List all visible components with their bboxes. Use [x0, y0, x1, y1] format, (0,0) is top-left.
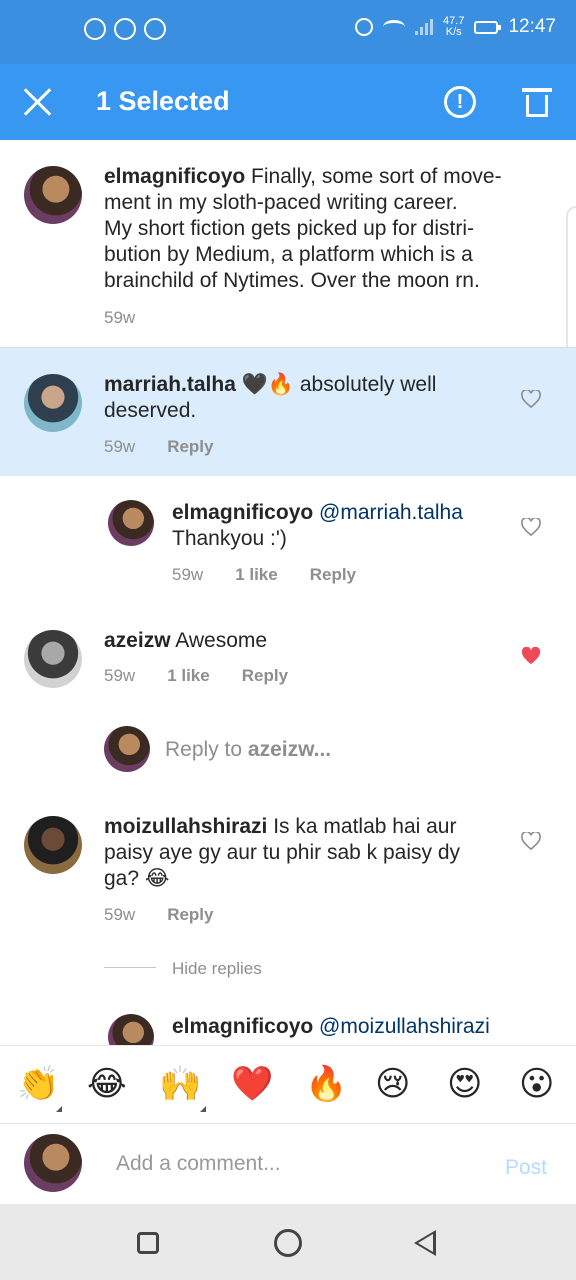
- mention-link[interactable]: @moizullahshirazi: [319, 1015, 490, 1038]
- alarm-icon: [355, 18, 374, 36]
- likes-count[interactable]: 1 like: [167, 666, 210, 686]
- fire-emoji-button[interactable]: 🔥: [305, 1064, 347, 1104]
- heart-icon[interactable]: [521, 518, 541, 536]
- avatar: [24, 1134, 82, 1192]
- caption-text: elmagnificoyo Finally, some sort of move…: [104, 165, 502, 292]
- shirt-icon: [114, 18, 136, 40]
- laughing-emoji-button[interactable]: 😂: [87, 1064, 127, 1104]
- comment-username[interactable]: elmagnificoyo: [172, 1015, 313, 1038]
- comment-text: moizullahshirazi Is ka matlab hai aur pa…: [104, 815, 461, 890]
- clock: 12:47: [508, 16, 556, 37]
- comment-time: 59w: [104, 905, 136, 924]
- comment-username[interactable]: elmagnificoyo: [172, 501, 313, 524]
- comment-username[interactable]: elmagnificoyo: [104, 165, 245, 188]
- avatar[interactable]: [24, 816, 82, 874]
- heart-filled-icon[interactable]: [521, 647, 541, 665]
- mention-link[interactable]: @marriah.talha: [319, 501, 463, 524]
- comment-text: azeizw Awesome: [104, 629, 268, 652]
- likes-count[interactable]: 1 like: [235, 565, 278, 585]
- comment-input[interactable]: Add a comment...: [116, 1152, 281, 1176]
- comment-meta: 59w Reply: [104, 905, 213, 925]
- avatar[interactable]: [24, 630, 82, 688]
- signal-icon: [415, 19, 434, 35]
- clapping-emoji-button[interactable]: 👏: [17, 1064, 59, 1104]
- system-indicators: 47.7 K/s 12:47: [355, 16, 556, 38]
- status-bar: 47.7 K/s 12:47: [0, 0, 576, 64]
- delete-icon[interactable]: [522, 88, 552, 117]
- reply-to-prompt[interactable]: Reply to azeizw...: [165, 737, 331, 763]
- app-notification-icon: [144, 18, 166, 40]
- comment-username[interactable]: moizullahshirazi: [104, 815, 267, 838]
- whatsapp-icon: [84, 18, 106, 40]
- reply-button[interactable]: Reply: [310, 565, 356, 585]
- reply-button[interactable]: Reply: [167, 905, 213, 925]
- comment-meta: 59w 1 like Reply: [104, 666, 288, 686]
- reply-button[interactable]: Reply: [242, 666, 288, 686]
- comment-time: 59w: [104, 666, 136, 685]
- wifi-icon: [383, 20, 406, 34]
- home-icon[interactable]: [274, 1229, 302, 1257]
- system-nav-bar: [0, 1204, 576, 1280]
- notification-icons: [84, 18, 166, 40]
- comment-text: elmagnificoyo @moizullahshirazi: [172, 1014, 512, 1040]
- comment-username[interactable]: marriah.talha: [104, 373, 236, 396]
- comment-text: marriah.talha 🖤🔥 absolutely well deserve…: [104, 373, 437, 422]
- heart-eyes-emoji-button[interactable]: 😍: [447, 1064, 482, 1104]
- heart-emoji-button[interactable]: ❤️: [231, 1064, 273, 1104]
- comment-meta: 59w Reply: [104, 437, 213, 457]
- avatar: [104, 726, 150, 772]
- avatar[interactable]: [24, 166, 82, 224]
- page-title: 1 Selected: [96, 86, 230, 116]
- quick-emoji-bar: 👏 😂 🙌 ❤️ 🔥 😢 😍 😮: [0, 1045, 576, 1124]
- heart-icon[interactable]: [521, 832, 541, 850]
- avatar[interactable]: [108, 500, 154, 546]
- comment-username[interactable]: azeizw: [104, 629, 171, 652]
- avatar[interactable]: [24, 374, 82, 432]
- comment-time: 59w: [104, 308, 136, 327]
- comment-text: elmagnificoyo @marriah.talha Thankyou :'…: [172, 501, 463, 550]
- reply-button[interactable]: Reply: [167, 437, 213, 457]
- crying-emoji-button[interactable]: 😢: [375, 1064, 410, 1104]
- divider: [104, 967, 156, 968]
- comment-time: 59w: [172, 565, 204, 584]
- comment-composer: Add a comment... Post: [0, 1123, 576, 1204]
- comment-time: 59w: [104, 437, 136, 456]
- comment-meta: 59w 1 like Reply: [172, 565, 356, 585]
- battery-icon: [474, 20, 502, 34]
- more-variants-icon: [56, 1106, 62, 1112]
- network-speed: 47.7 K/s: [443, 15, 465, 38]
- hide-replies-button[interactable]: Hide replies: [172, 959, 262, 979]
- more-variants-icon: [200, 1106, 206, 1112]
- raised-hands-emoji-button[interactable]: 🙌: [159, 1064, 201, 1104]
- back-icon[interactable]: [414, 1230, 436, 1256]
- selection-app-bar: 1 Selected !: [0, 64, 576, 140]
- recents-icon[interactable]: [137, 1232, 159, 1254]
- report-icon[interactable]: !: [444, 86, 476, 118]
- heart-icon[interactable]: [521, 390, 541, 408]
- post-button[interactable]: Post: [505, 1156, 547, 1180]
- surprised-emoji-button[interactable]: 😮: [519, 1064, 554, 1104]
- close-icon[interactable]: [22, 86, 54, 118]
- comment-meta: 59w: [104, 308, 135, 328]
